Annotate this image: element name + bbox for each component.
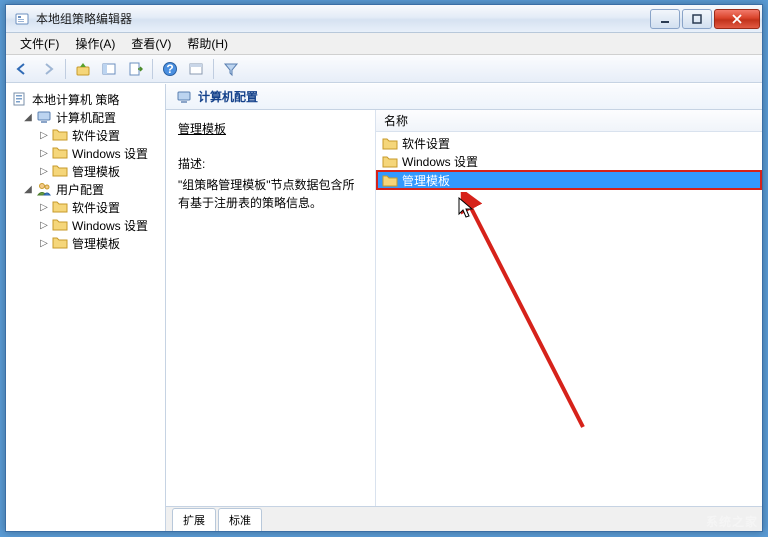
computer-icon (176, 89, 192, 105)
toolbar: ? (6, 55, 762, 83)
toolbar-separator (65, 59, 66, 79)
expand-icon[interactable]: ▷ (38, 202, 50, 213)
expand-icon[interactable]: ▷ (38, 166, 50, 177)
forward-button[interactable] (36, 58, 60, 80)
app-icon (14, 11, 30, 27)
list-item-windows[interactable]: Windows 设置 (376, 152, 762, 170)
list-header[interactable]: 名称 (376, 110, 762, 132)
show-hide-tree-button[interactable] (97, 58, 121, 80)
menu-action[interactable]: 操作(A) (67, 33, 123, 54)
tab-standard[interactable]: 标准 (218, 508, 262, 531)
help-button[interactable]: ? (158, 58, 182, 80)
content-pane: 计算机配置 管理模板 描述: "组策略管理模板"节点数据包含所有基于注册表的策略… (166, 84, 762, 531)
minimize-button[interactable] (650, 9, 680, 29)
list-item-software[interactable]: 软件设置 (376, 134, 762, 152)
tabs-row: 扩展 标准 (166, 507, 762, 531)
back-button[interactable] (10, 58, 34, 80)
list-item-label: 软件设置 (402, 135, 450, 152)
list-item-admin[interactable]: 管理模板 (376, 170, 762, 190)
up-button[interactable] (71, 58, 95, 80)
tree-root[interactable]: 本地计算机 策略 (8, 90, 163, 108)
expand-icon[interactable]: ▷ (38, 148, 50, 159)
tree-pane[interactable]: 本地计算机 策略 ◢ 计算机配置 ▷ 软件设置 ▷ Windows 设置 ▷ 管… (6, 84, 166, 531)
export-button[interactable] (123, 58, 147, 80)
toolbar-separator (213, 59, 214, 79)
annotation-arrow (458, 192, 588, 432)
list-item-label: Windows 设置 (402, 153, 478, 170)
tree-item-software[interactable]: ▷ 软件设置 (8, 198, 163, 216)
folder-icon (382, 154, 398, 168)
tree-label: 软件设置 (72, 127, 120, 144)
tree-label: Windows 设置 (72, 145, 148, 162)
body-split: 本地计算机 策略 ◢ 计算机配置 ▷ 软件设置 ▷ Windows 设置 ▷ 管… (6, 83, 762, 531)
content-title: 计算机配置 (198, 88, 258, 105)
collapse-icon[interactable]: ◢ (22, 184, 34, 195)
properties-button[interactable] (184, 58, 208, 80)
expand-icon[interactable]: ▷ (38, 130, 50, 141)
section-title: 管理模板 (178, 120, 363, 137)
tree-label: 计算机配置 (56, 109, 116, 126)
menu-help[interactable]: 帮助(H) (179, 33, 236, 54)
expand-icon[interactable]: ▷ (38, 238, 50, 249)
tree-item-windows[interactable]: ▷ Windows 设置 (8, 144, 163, 162)
tree-label: 本地计算机 策略 (32, 91, 119, 108)
svg-text:?: ? (166, 62, 173, 76)
tree-item-admin[interactable]: ▷ 管理模板 (8, 162, 163, 180)
folder-icon (382, 173, 398, 187)
folder-icon (52, 199, 68, 215)
column-name: 名称 (384, 112, 408, 129)
menu-view[interactable]: 查看(V) (123, 33, 179, 54)
policy-icon (12, 91, 28, 107)
menu-file[interactable]: 文件(F) (12, 33, 67, 54)
folder-icon (52, 163, 68, 179)
maximize-button[interactable] (682, 9, 712, 29)
tree-item-software[interactable]: ▷ 软件设置 (8, 126, 163, 144)
menubar: 文件(F) 操作(A) 查看(V) 帮助(H) (6, 33, 762, 55)
folder-icon (52, 235, 68, 251)
content-header: 计算机配置 (166, 84, 762, 110)
tree-item-windows[interactable]: ▷ Windows 设置 (8, 216, 163, 234)
toolbar-separator (152, 59, 153, 79)
app-window: 本地组策略编辑器 文件(F) 操作(A) 查看(V) 帮助(H) ? 本地计算机… (5, 4, 763, 532)
tree-label: 管理模板 (72, 235, 120, 252)
close-button[interactable] (714, 9, 760, 29)
list-body[interactable]: 软件设置 Windows 设置 管理模板 (376, 132, 762, 506)
cursor-icon (458, 197, 476, 219)
folder-icon (52, 145, 68, 161)
description-label: 描述: (178, 155, 363, 172)
titlebar[interactable]: 本地组策略编辑器 (6, 5, 762, 33)
tree-label: 管理模板 (72, 163, 120, 180)
tree-computer-config[interactable]: ◢ 计算机配置 (8, 108, 163, 126)
folder-icon (52, 217, 68, 233)
content-body: 管理模板 描述: "组策略管理模板"节点数据包含所有基于注册表的策略信息。 名称… (166, 110, 762, 507)
window-title: 本地组策略编辑器 (36, 10, 648, 27)
expand-icon[interactable]: ▷ (38, 220, 50, 231)
folder-icon (52, 127, 68, 143)
tab-extended[interactable]: 扩展 (172, 508, 216, 531)
description-pane: 管理模板 描述: "组策略管理模板"节点数据包含所有基于注册表的策略信息。 (166, 110, 376, 506)
tree-user-config[interactable]: ◢ 用户配置 (8, 180, 163, 198)
tree-label: 软件设置 (72, 199, 120, 216)
filter-button[interactable] (219, 58, 243, 80)
list-pane: 名称 软件设置 Windows 设置 管理模板 (376, 110, 762, 506)
tree-item-admin[interactable]: ▷ 管理模板 (8, 234, 163, 252)
user-icon (36, 181, 52, 197)
tree-label: 用户配置 (56, 181, 104, 198)
list-item-label: 管理模板 (402, 172, 450, 189)
computer-icon (36, 109, 52, 125)
description-body: "组策略管理模板"节点数据包含所有基于注册表的策略信息。 (178, 176, 363, 212)
tree-label: Windows 设置 (72, 217, 148, 234)
collapse-icon[interactable]: ◢ (22, 112, 34, 123)
folder-icon (382, 136, 398, 150)
